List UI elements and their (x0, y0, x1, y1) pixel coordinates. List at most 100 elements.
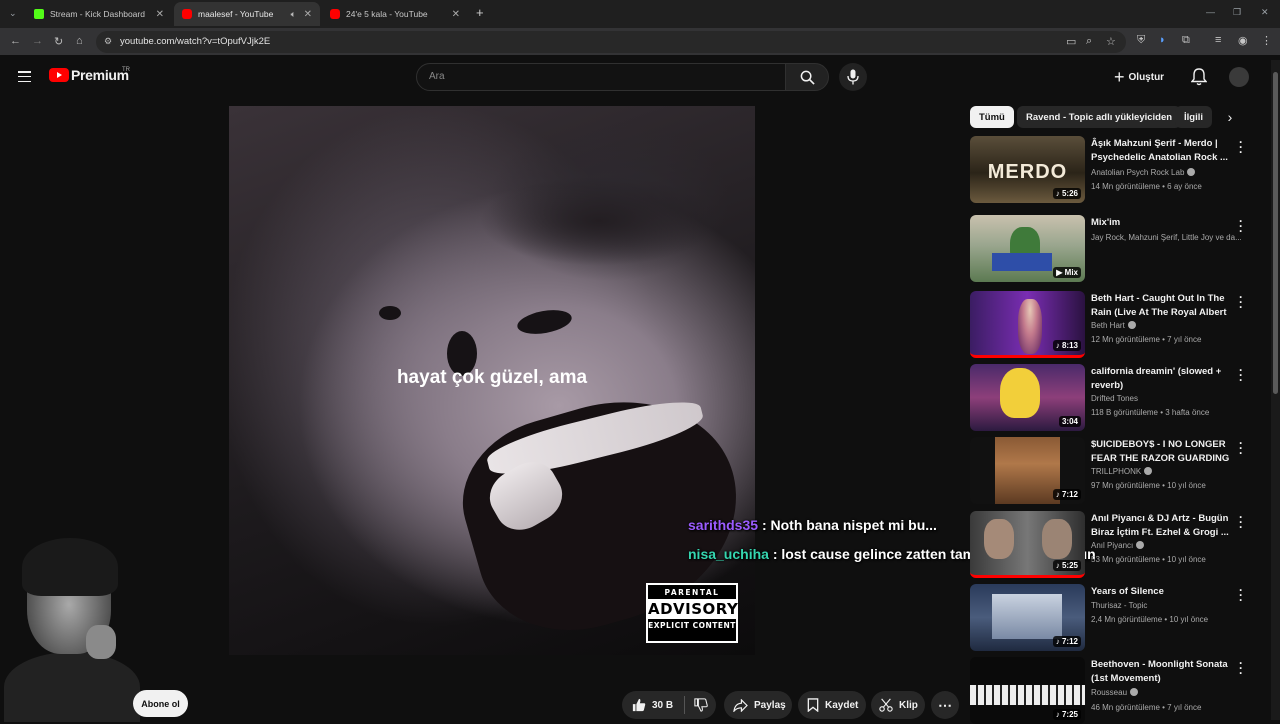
more-options-icon[interactable]: · · · (1238, 215, 1244, 237)
search-input[interactable]: Ara (416, 63, 786, 91)
channel-name[interactable]: Rousseau (1091, 688, 1246, 697)
shield-extension-icon[interactable]: ⛨ (1137, 34, 1145, 47)
clip-button[interactable]: Klip (871, 691, 925, 719)
like-button[interactable]: 30 B (622, 698, 684, 712)
url-text[interactable]: youtube.com/watch?v=tOpufVJjk2E (120, 36, 270, 47)
browser-menu-icon[interactable]: ⋮ (1261, 34, 1272, 47)
video-meta: 46 Mn görüntüleme • 7 yıl önce (1091, 703, 1202, 712)
create-button[interactable]: + Oluştur (1114, 67, 1164, 87)
zoom-icon[interactable]: ⌕ (1086, 35, 1092, 48)
channel-name[interactable]: Drifted Tones (1091, 394, 1246, 403)
bookmark-star-icon[interactable]: ☆ (1106, 35, 1116, 48)
recommendation-item[interactable]: MERDO ♪ 5:26 Âşık Mahzuni Şerif - Merdo … (970, 136, 1260, 204)
maximize-icon[interactable]: ❐ (1233, 7, 1241, 18)
recommendation-item[interactable]: ▶ Mix Mix'im Jay Rock, Mahzuni Şerif, Li… (970, 215, 1260, 283)
youtube-premium-logo[interactable]: Premium (49, 67, 129, 83)
more-options-icon[interactable]: · · · (1238, 136, 1244, 158)
recommendation-item[interactable]: 3:04 california dreamin' (slowed + rever… (970, 364, 1260, 432)
new-tab-icon[interactable]: + (476, 5, 484, 20)
recommendation-item[interactable]: ♪ 5:25 Anıl Piyancı & DJ Artz - Bugün Bi… (970, 511, 1260, 579)
video-thumbnail[interactable]: ♪ 7:12 (970, 437, 1085, 504)
channel-name[interactable]: Beth Hart (1091, 321, 1246, 330)
reload-icon[interactable]: ↻ (54, 35, 63, 48)
search-button[interactable] (785, 63, 829, 91)
account-avatar[interactable] (1229, 67, 1249, 87)
recommendation-item[interactable]: ♪ 7:25 Beethoven - Moonlight Sonata (1st… (970, 657, 1260, 724)
chip-related[interactable]: İlgili (1175, 106, 1212, 128)
scrollbar-thumb[interactable] (1273, 72, 1278, 394)
browser-tab-strip: ⌄ Stream - Kick Dashboard ✕ maalesef - Y… (0, 0, 1280, 28)
more-options-icon[interactable]: · · · (1238, 291, 1244, 313)
youtube-logo-icon (49, 68, 69, 82)
tab-search-icon[interactable]: ⌄ (9, 8, 17, 19)
recommendation-item[interactable]: ♪ 7:12 $UICIDEBOY$ - I NO LONGER FEAR TH… (970, 437, 1260, 505)
video-thumbnail[interactable]: ▶ Mix (970, 215, 1085, 282)
duration-badge: ♪ 7:12 (1052, 489, 1081, 500)
save-label: Kaydet (825, 699, 859, 711)
more-options-icon[interactable]: · · · (1238, 511, 1244, 533)
profile-icon[interactable]: ◉ (1238, 34, 1248, 47)
close-tab-icon[interactable]: ✕ (304, 9, 312, 20)
share-button[interactable]: Paylaş (724, 691, 792, 719)
extension-icon[interactable]: ◗ (1159, 34, 1166, 46)
dislike-button[interactable] (685, 698, 714, 712)
more-options-icon[interactable]: · · · (1238, 364, 1244, 386)
extensions-puzzle-icon[interactable]: ⧉ (1182, 34, 1190, 47)
channel-name[interactable]: Anıl Piyancı (1091, 541, 1246, 550)
video-frame-detail (515, 306, 574, 338)
video-title[interactable]: Years of Silence (1091, 585, 1231, 599)
channel-name[interactable]: Anatolian Psych Rock Lab (1091, 168, 1246, 177)
channel-name[interactable]: Thurisaz - Topic (1091, 601, 1246, 610)
speaker-icon[interactable]: 🔈︎ (291, 9, 296, 20)
video-title[interactable]: california dreamin' (slowed + reverb) (1091, 365, 1231, 393)
minimize-icon[interactable]: — (1206, 7, 1215, 17)
video-title[interactable]: Mix'im (1091, 216, 1231, 230)
media-control-icon[interactable]: ≡ (1215, 34, 1221, 46)
back-icon[interactable]: ← (10, 35, 21, 47)
recommendation-item[interactable]: ♪ 8:13 Beth Hart - Caught Out In The Rai… (970, 291, 1260, 359)
home-icon[interactable]: ⌂ (76, 35, 83, 47)
tab-title: maalesef - YouTube (198, 9, 274, 19)
site-info-icon[interactable]: ⚙ (104, 36, 112, 47)
video-title[interactable]: Anıl Piyancı & DJ Artz - Bugün Biraz İçt… (1091, 512, 1231, 540)
video-title[interactable]: Beethoven - Moonlight Sonata (1st Moveme… (1091, 658, 1231, 686)
notifications-bell-icon[interactable] (1191, 68, 1207, 86)
voice-search-button[interactable] (839, 63, 867, 91)
close-tab-icon[interactable]: ✕ (156, 9, 164, 20)
more-options-icon[interactable]: · · · (1238, 657, 1244, 679)
hamburger-menu-icon[interactable] (18, 71, 31, 83)
chip-from-uploader[interactable]: Ravend - Topic adlı yükleyiciden (1017, 106, 1182, 128)
video-title[interactable]: Beth Hart - Caught Out In The Rain (Live… (1091, 292, 1231, 320)
chip-all[interactable]: Tümü (970, 106, 1014, 128)
tab-maalesef[interactable]: maalesef - YouTube 🔈︎ ✕ (174, 2, 320, 26)
more-options-icon[interactable]: · · · (1238, 437, 1244, 459)
video-title[interactable]: $UICIDEBOY$ - I NO LONGER FEAR THE RAZOR… (1091, 438, 1231, 466)
address-bar[interactable]: ⚙ youtube.com/watch?v=tOpufVJjk2E ▭ ⌕ ☆ (96, 31, 1126, 53)
close-tab-icon[interactable]: ✕ (452, 9, 460, 20)
more-actions-button[interactable]: ⋯ (931, 691, 959, 719)
more-options-icon[interactable]: · · · (1238, 584, 1244, 606)
video-meta: 97 Mn görüntüleme • 10 yıl önce (1091, 481, 1206, 490)
bookmark-icon (807, 698, 819, 712)
close-window-icon[interactable]: ✕ (1261, 7, 1269, 18)
page-scrollbar[interactable] (1271, 60, 1280, 720)
video-thumbnail[interactable]: ♪ 7:12 (970, 584, 1085, 651)
video-thumbnail[interactable]: ♪ 8:13 (970, 291, 1085, 358)
channel-name[interactable]: TRILLPHONK (1091, 467, 1246, 476)
video-thumbnail[interactable]: 3:04 (970, 364, 1085, 431)
recommendation-item[interactable]: ♪ 7:12 Years of Silence Thurisaz - Topic… (970, 584, 1260, 652)
save-button[interactable]: Kaydet (798, 691, 866, 719)
subscribe-button[interactable]: Abone ol (133, 690, 188, 717)
tab-kick-dashboard[interactable]: Stream - Kick Dashboard ✕ (26, 2, 172, 26)
forward-icon[interactable]: → (32, 35, 43, 47)
video-meta: 53 Mn görüntüleme • 10 yıl önce (1091, 555, 1206, 564)
channel-name[interactable]: Jay Rock, Mahzuni Şerif, Little Joy ve d… (1091, 233, 1246, 242)
video-thumbnail[interactable]: MERDO ♪ 5:26 (970, 136, 1085, 203)
cast-icon[interactable]: ▭ (1066, 35, 1076, 48)
video-player[interactable]: hayat çok güzel, ama PARENTAL ADVISORY E… (229, 106, 755, 655)
video-thumbnail[interactable]: ♪ 7:25 (970, 657, 1085, 724)
tab-24e-5-kala[interactable]: 24'e 5 kala - YouTube ✕ (322, 2, 468, 26)
chevron-right-icon[interactable]: › (1220, 106, 1240, 128)
video-thumbnail[interactable]: ♪ 5:25 (970, 511, 1085, 578)
video-title[interactable]: Âşık Mahzuni Şerif - Merdo | Psychedelic… (1091, 137, 1231, 165)
